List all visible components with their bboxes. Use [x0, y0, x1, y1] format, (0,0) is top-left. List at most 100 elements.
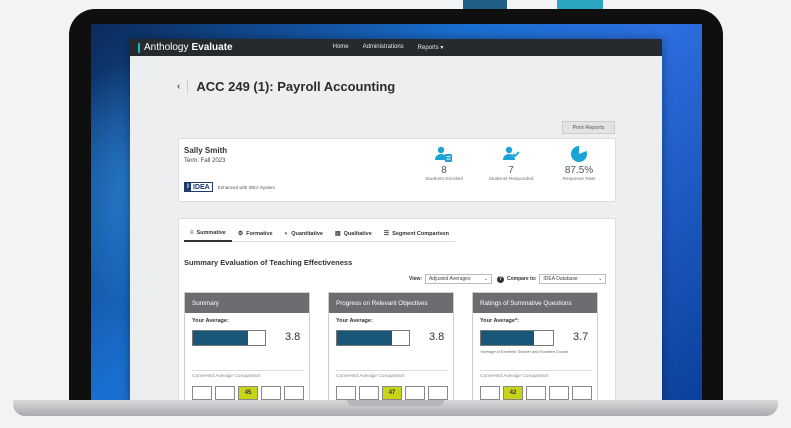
summative-icon: ≡ — [190, 230, 194, 236]
average-value: 3.8 — [285, 331, 301, 343]
tab-label: Quantitative — [291, 230, 323, 237]
page-content: ‹ ACC 249 (1): Payroll Accounting Print … — [130, 56, 662, 408]
average-label: Your Average: — [336, 318, 373, 324]
tab-label: Summative — [196, 230, 226, 236]
average-bar — [336, 330, 410, 346]
compare-label: Compare to: — [506, 276, 537, 282]
view-label: View: — [409, 276, 422, 282]
average-label: Your Average*: — [480, 318, 519, 324]
average-value: 3.7 — [573, 331, 589, 343]
idea-logo: I IDEA — [184, 182, 213, 192]
stat-students-enrolled: 8 Students Enrolled — [412, 145, 476, 182]
average-bar-fill — [481, 331, 535, 345]
view-select[interactable]: Adjusted Averages ⌄ — [424, 274, 492, 284]
page-title-row: ‹ ACC 249 (1): Payroll Accounting — [177, 79, 395, 94]
average-bar — [192, 330, 266, 346]
brand-logo[interactable]: Anthology Evaluate — [138, 42, 233, 53]
comparison-square — [526, 386, 546, 400]
tab-summative[interactable]: ≡ Summative — [184, 227, 232, 242]
brand-prefix: Anthology — [144, 42, 189, 53]
converted-average-label: Converted Average Comparison: — [192, 374, 262, 379]
term-label: Term: Fall 2023 — [184, 158, 226, 164]
formative-icon: ⚙ — [237, 231, 244, 237]
box-title: Ratings of Summative Questions — [473, 293, 597, 313]
top-nav-bar: Anthology Evaluate Home Administrations … — [130, 39, 662, 56]
student-name: Sally Smith — [184, 146, 228, 155]
nav-reports-dropdown[interactable]: Reports ▾ — [418, 44, 444, 51]
stat-value: 8 — [441, 165, 447, 176]
average-bar-fill — [337, 331, 392, 345]
summative-questions-box: Ratings of Summative Questions Your Aver… — [472, 292, 598, 408]
stat-students-responded: 7 Students Responded — [479, 145, 543, 182]
box-title: Progress on Relevant Objectives — [329, 293, 453, 313]
comparison-square — [428, 386, 448, 400]
help-icon[interactable]: ? — [496, 275, 504, 283]
tab-label: Segment Comparison — [392, 230, 450, 237]
main-nav: Home Administrations Reports ▾ — [333, 44, 444, 51]
progress-objectives-box: Progress on Relevant Objectives Your Ave… — [328, 292, 454, 408]
comparison-square: 47 — [382, 386, 402, 400]
tab-formative[interactable]: ⚙ Formative — [231, 227, 279, 242]
title-divider — [187, 80, 189, 93]
nav-home[interactable]: Home — [333, 44, 349, 51]
page-title: ACC 249 (1): Payroll Accounting — [196, 79, 396, 94]
average-footnote: *Average of Excellent Teacher and Excell… — [480, 350, 569, 354]
brand-name: Evaluate — [191, 42, 233, 53]
print-reports-button[interactable]: Print Reports — [562, 121, 615, 134]
stat-label: Response Rate — [562, 177, 596, 182]
comparison-square: 45 — [238, 386, 258, 400]
comparison-square — [572, 386, 592, 400]
quantitative-icon: ◐ — [284, 230, 289, 237]
comparison-square — [215, 386, 235, 400]
chevron-down-icon: ⌄ — [598, 276, 603, 282]
tab-qualitative[interactable]: ▤ Qualitative — [328, 227, 378, 242]
comparison-square — [284, 386, 304, 400]
stat-label: Students Responded — [488, 177, 534, 182]
tab-label: Qualitative — [343, 230, 372, 237]
tab-segment-comparison[interactable]: ☰ Segment Comparison — [377, 227, 456, 242]
average-label: Your Average: — [192, 318, 229, 324]
converted-average-label: Converted Average Comparison: — [336, 374, 406, 379]
compare-select[interactable]: IDEA Database ⌄ — [539, 274, 607, 284]
stat-label: Students Enrolled — [425, 177, 463, 182]
students-enrolled-icon — [412, 145, 476, 163]
box-divider — [480, 370, 592, 371]
average-bar-fill — [193, 331, 248, 345]
report-tabs: ≡ Summative ⚙ Formative ◐ Quantitative ▤ Qua… — [184, 227, 456, 242]
summary-box: Summary Your Average: 3.8 Converted Aver… — [184, 292, 310, 408]
comparison-square — [359, 386, 379, 400]
idea-branding: I IDEA Enhanced with IDEA System — [184, 182, 275, 192]
laptop-notch — [347, 400, 444, 406]
tab-label: Formative — [246, 230, 273, 237]
tab-quantitative[interactable]: ◐ Quantitative — [278, 227, 329, 242]
chevron-down-icon: ⌄ — [483, 276, 488, 282]
back-chevron-icon[interactable]: ‹ — [177, 81, 180, 92]
app-window: Anthology Evaluate Home Administrations … — [130, 39, 662, 408]
average-value: 3.8 — [429, 331, 445, 343]
idea-caption: Enhanced with IDEA System — [217, 184, 276, 190]
qualitative-icon: ▤ — [334, 231, 341, 237]
brand-mark-icon — [138, 42, 140, 53]
average-bar — [480, 330, 554, 346]
nav-administrations[interactable]: Administrations — [363, 44, 404, 51]
idea-logo-text: IDEA — [193, 183, 210, 191]
decor-block-teal — [557, 0, 603, 9]
box-divider — [192, 370, 304, 371]
comparison-square: 42 — [503, 386, 523, 400]
view-select-value: Adjusted Averages — [428, 276, 471, 282]
students-responded-icon — [479, 145, 543, 163]
comparison-square — [192, 386, 212, 400]
student-summary-card: Sally Smith Term: Fall 2023 I IDEA Enhan… — [178, 138, 616, 202]
converted-average-label: Converted Average Comparison: — [480, 374, 550, 379]
box-divider — [336, 370, 448, 371]
comparison-square — [261, 386, 281, 400]
segment-comparison-icon: ☰ — [383, 231, 390, 237]
comparison-square — [480, 386, 500, 400]
stat-response-rate: 87.5% Response Rate — [547, 145, 611, 182]
laptop-screen: Anthology Evaluate Home Administrations … — [91, 24, 702, 408]
comparison-square — [549, 386, 569, 400]
comparison-square — [405, 386, 425, 400]
decor-block-dark — [463, 0, 507, 9]
report-panel: ≡ Summative ⚙ Formative ◐ Quantitative ▤ Qua… — [178, 218, 616, 408]
compare-select-value: IDEA Database — [543, 276, 578, 282]
